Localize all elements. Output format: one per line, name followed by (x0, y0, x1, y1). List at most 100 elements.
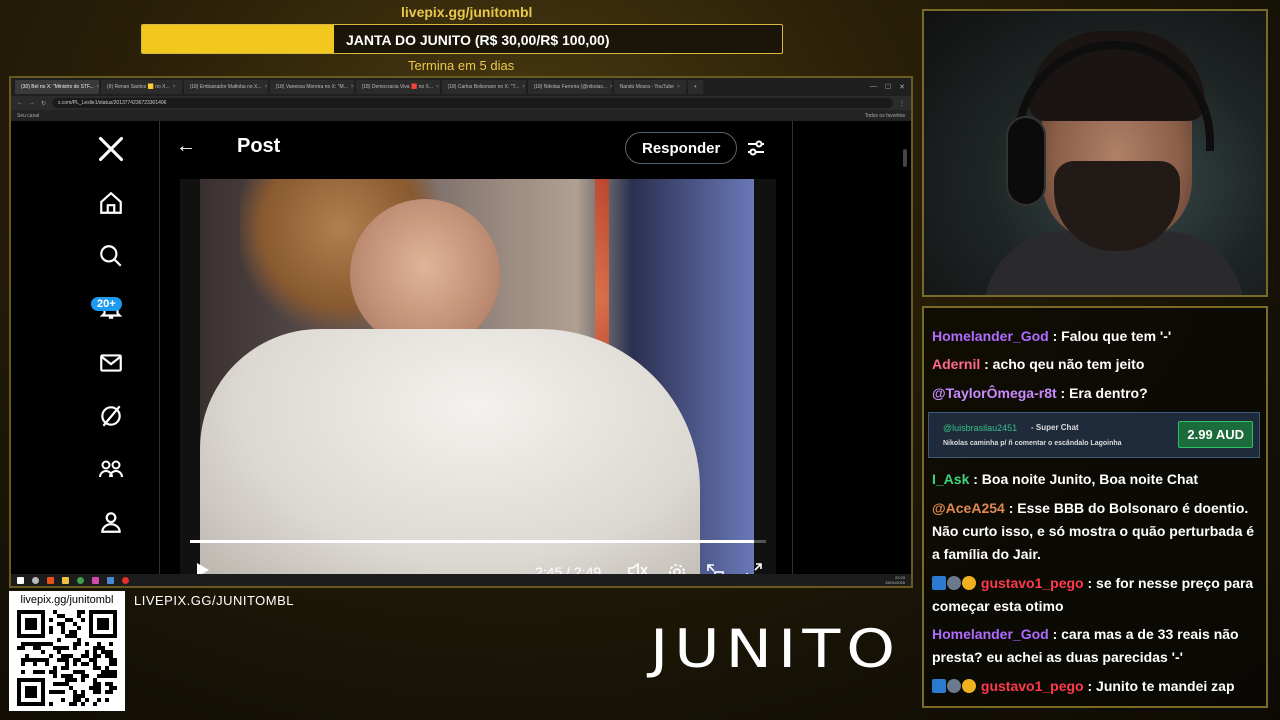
tab-close-icon[interactable]: × (436, 84, 439, 90)
tab-close-icon[interactable]: × (351, 84, 354, 90)
goal-progress-bar: JANTA DO JUNITO (R$ 30,00/R$ 100,00) (141, 24, 783, 54)
tab-strip: (30) Bel no X: "Ministro do STF...×(9) R… (11, 78, 911, 96)
chat-text: : Junito te mandei zap (1087, 678, 1235, 694)
search-icon[interactable] (89, 236, 133, 276)
browser-tab[interactable]: (30) Bel no X: "Ministro do STF...× (15, 80, 99, 94)
browser-tab[interactable]: (18) Embaixador Mafioba no X... × (183, 80, 268, 94)
reply-button[interactable]: Responder (625, 132, 738, 164)
taskbar-app-icon-3[interactable] (107, 576, 114, 584)
junito-logo: JUNITO (650, 617, 902, 680)
chat-badges (932, 675, 977, 698)
qr-code-card: livepix.gg/junitombl (9, 591, 125, 711)
taskbar-clock: 22:03 19/01/2026 (885, 575, 911, 585)
all-bookmarks[interactable]: Todos os favoritos (865, 113, 905, 119)
superchat-card: @luisbrasilau2451 - Super Chat Nikolas c… (928, 412, 1260, 458)
close-icon[interactable]: ✕ (899, 83, 905, 91)
chrome-icon[interactable] (77, 576, 84, 584)
tab-label: (18) Embaixador Mafioba no X... (189, 84, 262, 90)
tab-label: (30) Bel no X: "Ministro do STF... (21, 84, 94, 90)
post-column: ← Post Responder 2:45 / 2:49 (159, 121, 793, 579)
folder-icon[interactable] (62, 576, 69, 584)
tab-close-icon[interactable]: × (97, 84, 99, 90)
back-arrow-icon[interactable]: ← (176, 135, 196, 158)
badge-icon (932, 576, 946, 590)
chat-message: gustavo1_pego : Junito te mandei zap (932, 675, 1260, 698)
home-icon[interactable] (89, 183, 133, 223)
tab-label: (18) Carlos Bolsonaro no X: "T... (447, 84, 520, 90)
page-scrollbar[interactable] (903, 149, 907, 167)
taskbar-app-icon-2[interactable] (92, 576, 99, 584)
page-viewport: 20+ ← Post Responder 2:45 / 2:49 (11, 121, 911, 579)
goal-title: JANTA DO JUNITO (R$ 30,00/R$ 100,00) (346, 32, 610, 48)
profile-icon[interactable] (89, 502, 133, 542)
browser-window: (30) Bel no X: "Ministro do STF...×(9) R… (9, 76, 913, 588)
chat-message: Homelander_God : Falou que tem '-' (932, 325, 1260, 348)
tab-label: (9) Renan Santos 🟨 no X... (107, 84, 170, 90)
tab-close-icon[interactable]: × (173, 84, 176, 90)
tab-close-icon[interactable]: × (522, 84, 525, 90)
reload-icon[interactable]: ↻ (41, 100, 46, 107)
superchat-type: - Super Chat (1031, 423, 1079, 432)
chat-username: Homelander_God (932, 626, 1049, 642)
page-title: Post (237, 135, 281, 157)
tab-label: (18) Democracia Viva 🟥 no X... (361, 84, 434, 90)
url-text: x.com/PL_Leslie1/status/2013774236723301… (58, 100, 167, 106)
chat-message: gustavo1_pego : se for nesse preço para … (932, 572, 1260, 618)
chat-badges (932, 572, 977, 595)
goal-progress-fill (142, 25, 334, 53)
new-tab-button[interactable]: + (687, 80, 703, 94)
video-progress-fill (190, 540, 755, 543)
badge-icon (947, 679, 961, 693)
superchat-username: @luisbrasilau2451 (943, 423, 1018, 433)
qr-label: livepix.gg/junitombl (20, 594, 114, 606)
back-icon[interactable]: ← (17, 100, 23, 106)
chat-message: Adernil : acho qeu não tem jeito (932, 353, 1260, 376)
browser-tab[interactable]: (9) Renan Santos 🟨 no X... × (101, 80, 182, 94)
video-player[interactable]: 2:45 / 2:49 (180, 179, 776, 579)
browser-tab[interactable]: Nando Moura - YouTube × (613, 80, 686, 94)
video-progress-bar[interactable] (190, 540, 766, 543)
badge-icon (962, 679, 976, 693)
goal-url: livepix.gg/junitombl (401, 4, 533, 20)
chat-message: I_Ask : Boa noite Junito, Boa noite Chat (932, 468, 1260, 491)
tab-close-icon[interactable]: × (610, 84, 612, 90)
url-field[interactable]: x.com/PL_Leslie1/status/2013774236723301… (52, 98, 893, 108)
grok-icon[interactable] (89, 396, 133, 436)
browser-tab[interactable]: (18) Carlos Bolsonaro no X: "T... × (441, 80, 526, 94)
chat-text: : Era dentro? (1060, 385, 1148, 401)
taskbar-search-icon[interactable] (32, 576, 39, 584)
chat-text: : acho qeu não tem jeito (984, 356, 1145, 372)
qr-code-icon (17, 610, 117, 706)
bookmark-seu-canal[interactable]: Seu canal (17, 113, 39, 119)
x-logo-icon[interactable] (89, 129, 133, 169)
chat-text: : Falou que tem '-' (1052, 328, 1172, 344)
bookmarks-bar: Seu canal Todos os favoritos (11, 110, 911, 121)
chat-username: gustavo1_pego (980, 575, 1084, 591)
communities-icon[interactable] (89, 449, 133, 489)
chat-username: @AceA254 (932, 500, 1005, 516)
address-bar-row: ← → ↻ x.com/PL_Leslie1/status/2013774236… (11, 96, 911, 110)
browser-tab[interactable]: (18) Democracia Viva 🟥 no X... × (355, 80, 440, 94)
webcam-feed (922, 9, 1268, 297)
messages-icon[interactable] (89, 343, 133, 383)
tab-close-icon[interactable]: × (677, 84, 680, 90)
chat-message: @TaylorÔmega-r8t : Era dentro? (932, 382, 1260, 405)
tab-label: Nando Moura - YouTube (619, 84, 674, 90)
badge-icon (947, 576, 961, 590)
minimize-icon[interactable]: — (870, 83, 877, 91)
windows-start-icon[interactable] (17, 576, 24, 584)
maximize-icon[interactable]: ☐ (885, 83, 891, 91)
forward-icon[interactable]: → (29, 100, 35, 106)
browser-tab[interactable]: (18) Vanessa Moreira no X: "M... × (269, 80, 354, 94)
tab-label: (18) Vanessa Moreira no X: "M... (275, 84, 348, 90)
taskbar: 22:03 19/01/2026 (11, 574, 911, 586)
taskbar-app-icon[interactable] (47, 576, 54, 584)
tab-close-icon[interactable]: × (265, 84, 268, 90)
filter-icon[interactable] (746, 138, 766, 163)
extensions-icon[interactable]: ⋮ (899, 100, 905, 107)
obs-icon[interactable] (122, 576, 129, 584)
browser-tab[interactable]: (18) Nikolas Ferreira (@nikolas...× (527, 80, 612, 94)
chat-panel: Homelander_God : Falou que tem '-' Adern… (922, 306, 1268, 708)
chat-username: gustavo1_pego (980, 678, 1084, 694)
badge-icon (962, 576, 976, 590)
